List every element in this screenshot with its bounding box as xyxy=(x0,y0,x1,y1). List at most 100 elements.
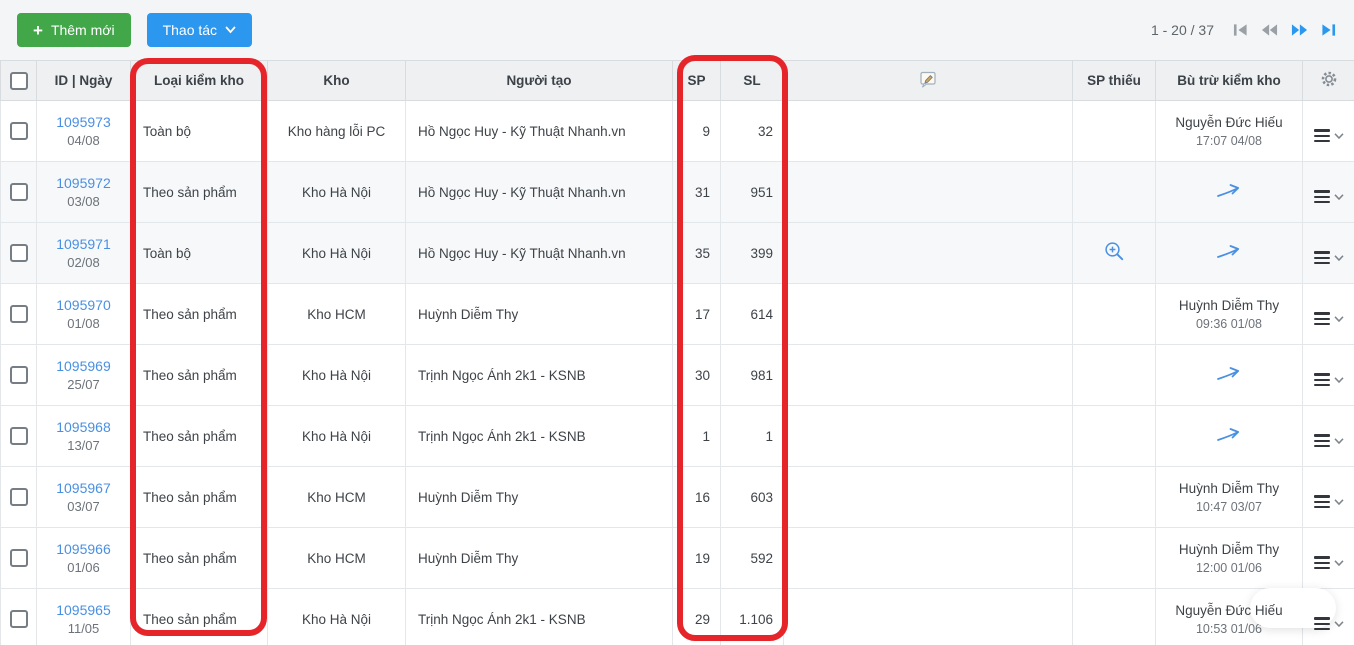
row-creator: Huỳnh Diễm Thy xyxy=(405,283,673,345)
row-date: 03/07 xyxy=(67,499,100,514)
zoom-in-icon[interactable] xyxy=(1103,240,1126,263)
row-id-link[interactable]: 1095966 xyxy=(37,541,130,557)
row-note-cell xyxy=(783,344,1073,406)
row-date: 04/08 xyxy=(67,133,100,148)
row-sl-count: 951 xyxy=(720,161,784,223)
row-creator: Trịnh Ngọc Ánh 2k1 - KSNB xyxy=(405,344,673,406)
plus-icon: + xyxy=(33,20,43,40)
arrow-right-icon[interactable] xyxy=(1216,242,1243,261)
menu-icon[interactable] xyxy=(1313,434,1344,448)
prev-page-icon[interactable] xyxy=(1259,21,1280,39)
menu-icon[interactable] xyxy=(1313,373,1344,387)
row-sl-count: 399 xyxy=(720,222,784,284)
row-warehouse: Kho HCM xyxy=(267,466,406,528)
note-edit-icon[interactable] xyxy=(918,70,938,89)
first-page-icon[interactable] xyxy=(1231,21,1250,39)
table-row: 1095967 03/07 Theo sản phẩm Kho HCM Huỳnh Di… xyxy=(0,466,1354,528)
row-note-cell xyxy=(783,100,1073,162)
row-menu-cell xyxy=(1302,466,1354,528)
adjustment-time: 09:36 01/08 xyxy=(1195,316,1263,331)
gear-icon[interactable] xyxy=(1320,70,1338,88)
row-sl-count: 1.106 xyxy=(720,588,784,645)
arrow-right-icon[interactable] xyxy=(1216,364,1243,383)
row-check-type: Theo sản phẩm xyxy=(130,161,268,223)
row-sl-count: 32 xyxy=(720,100,784,162)
row-checkbox[interactable] xyxy=(9,610,28,628)
row-checkbox[interactable] xyxy=(9,183,28,201)
table-row: 1095970 01/08 Theo sản phẩm Kho HCM Huỳnh Di… xyxy=(0,283,1354,345)
menu-icon[interactable] xyxy=(1313,312,1344,326)
row-adjustment-cell xyxy=(1155,161,1303,223)
row-date: 25/07 xyxy=(67,377,100,392)
row-id-date-cell: 1095966 01/06 xyxy=(36,527,131,589)
menu-icon[interactable] xyxy=(1313,129,1344,143)
row-checkbox[interactable] xyxy=(9,305,28,323)
row-checkbox[interactable] xyxy=(9,244,28,262)
menu-icon[interactable] xyxy=(1313,251,1344,265)
table-row: 1095971 02/08 Toàn bộ Kho Hà Nội Hồ Ngọc Huy… xyxy=(0,222,1354,284)
header-id-date: ID | Ngày xyxy=(36,60,131,101)
row-checkbox[interactable] xyxy=(9,549,28,567)
adjustment-user: Nguyễn Đức Hiếu xyxy=(1175,602,1283,618)
row-warehouse: Kho Hà Nội xyxy=(267,588,406,645)
row-missing-cell xyxy=(1072,588,1156,645)
select-all-cell xyxy=(0,60,37,101)
row-id-date-cell: 1095967 03/07 xyxy=(36,466,131,528)
row-note-cell xyxy=(783,466,1073,528)
adjustment-user: Huỳnh Diễm Thy xyxy=(1178,480,1280,496)
add-new-button[interactable]: + Thêm mới xyxy=(17,13,131,47)
add-new-label: Thêm mới xyxy=(50,22,115,38)
row-id-link[interactable]: 1095973 xyxy=(37,114,130,130)
row-id-date-cell: 1095968 13/07 xyxy=(36,405,131,467)
row-sp-count: 9 xyxy=(672,100,721,162)
row-sp-count: 30 xyxy=(672,344,721,406)
row-id-date-cell: 1095969 25/07 xyxy=(36,344,131,406)
row-warehouse: Kho hàng lỗi PC xyxy=(267,100,406,162)
row-id-link[interactable]: 1095969 xyxy=(37,358,130,374)
menu-icon[interactable] xyxy=(1313,617,1344,631)
row-id-link[interactable]: 1095972 xyxy=(37,175,130,191)
row-checkbox[interactable] xyxy=(9,366,28,384)
row-id-link[interactable]: 1095971 xyxy=(37,236,130,252)
row-id-link[interactable]: 1095965 xyxy=(37,602,130,618)
row-warehouse: Kho HCM xyxy=(267,527,406,589)
menu-icon[interactable] xyxy=(1313,556,1344,570)
row-id-link[interactable]: 1095968 xyxy=(37,419,130,435)
row-missing-cell xyxy=(1072,344,1156,406)
next-page-icon[interactable] xyxy=(1289,21,1310,39)
header-sl: SL xyxy=(720,60,784,101)
chevron-down-icon xyxy=(225,26,236,34)
arrow-right-icon[interactable] xyxy=(1216,425,1243,444)
row-checkbox[interactable] xyxy=(9,427,28,445)
row-menu-cell xyxy=(1302,344,1354,406)
row-note-cell xyxy=(783,405,1073,467)
row-checkbox[interactable] xyxy=(9,122,28,140)
actions-button[interactable]: Thao tác xyxy=(146,13,253,47)
row-sl-count: 981 xyxy=(720,344,784,406)
row-id-link[interactable]: 1095967 xyxy=(37,480,130,496)
row-missing-cell xyxy=(1072,405,1156,467)
menu-icon[interactable] xyxy=(1313,190,1344,204)
menu-icon[interactable] xyxy=(1313,495,1344,509)
row-id-date-cell: 1095972 03/08 xyxy=(36,161,131,223)
row-check-type: Theo sản phẩm xyxy=(130,588,268,645)
row-menu-cell xyxy=(1302,100,1354,162)
row-checkbox-cell xyxy=(0,283,37,345)
row-checkbox-cell xyxy=(0,527,37,589)
row-checkbox[interactable] xyxy=(9,488,28,506)
header-adjustment: Bù trừ kiểm kho xyxy=(1155,60,1303,101)
select-all-checkbox[interactable] xyxy=(9,71,28,90)
row-menu-cell xyxy=(1302,161,1354,223)
row-id-link[interactable]: 1095970 xyxy=(37,297,130,313)
row-missing-cell xyxy=(1072,466,1156,528)
arrow-right-icon[interactable] xyxy=(1216,181,1243,200)
header-missing: SP thiếu xyxy=(1072,60,1156,101)
row-adjustment-cell: Nguyễn Đức Hiếu 17:07 04/08 xyxy=(1155,100,1303,162)
row-missing-cell xyxy=(1072,100,1156,162)
row-warehouse: Kho Hà Nội xyxy=(267,405,406,467)
adjustment-time: 10:47 03/07 xyxy=(1195,499,1263,514)
last-page-icon[interactable] xyxy=(1319,21,1338,39)
row-warehouse: Kho Hà Nội xyxy=(267,161,406,223)
row-id-date-cell: 1095971 02/08 xyxy=(36,222,131,284)
row-sl-count: 1 xyxy=(720,405,784,467)
